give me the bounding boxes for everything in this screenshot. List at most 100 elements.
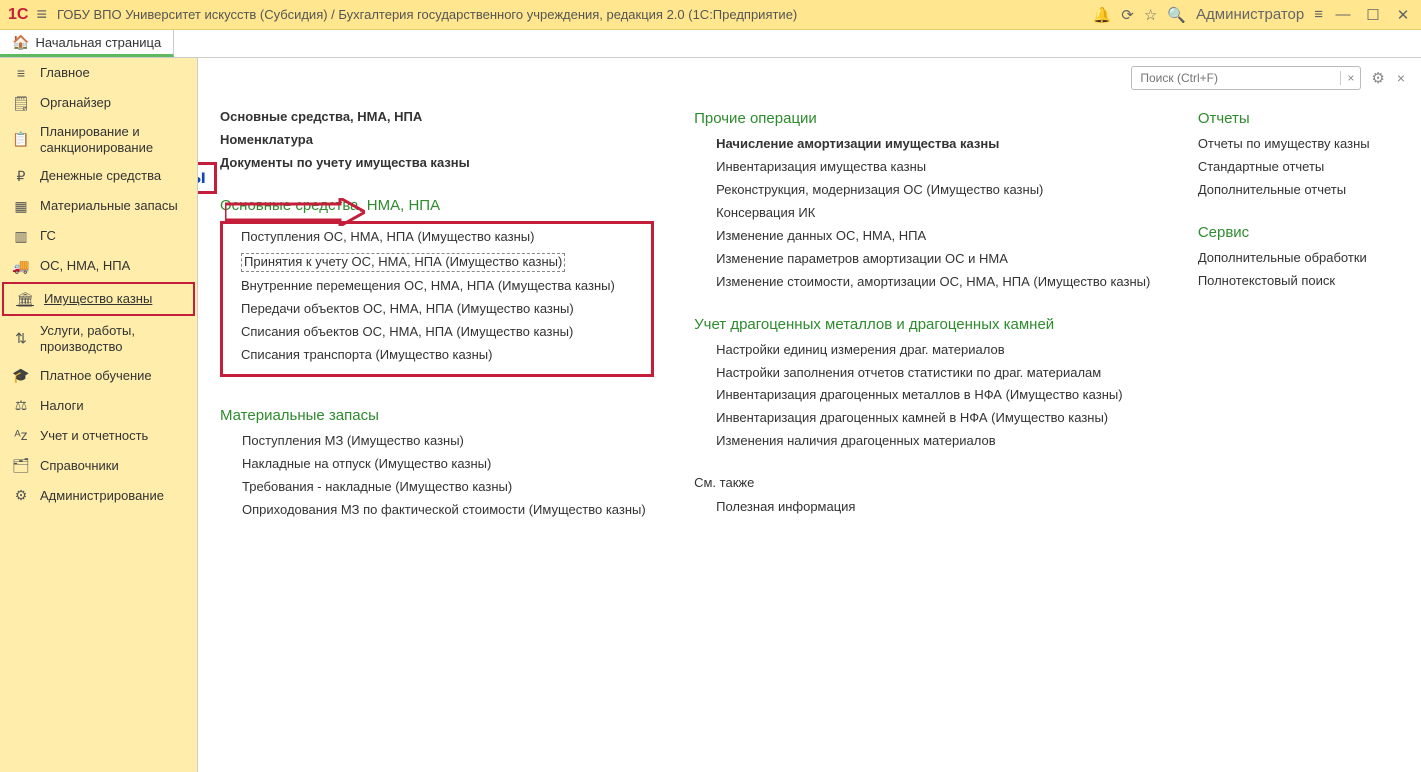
user-label[interactable]: Администратор (1196, 6, 1304, 23)
tab-bar: 🏠 Начальная страница (0, 30, 1421, 58)
link-precious-metals-inv[interactable]: Инвентаризация драгоценных металлов в НФ… (694, 388, 1158, 403)
history-icon[interactable]: ⟳ (1121, 6, 1134, 24)
az-icon: ᴬz (12, 427, 30, 444)
sidebar: ≡ Главное 🗒Органайзер 📋 Планирование и сан… (0, 58, 198, 772)
ruble-icon: ₽ (12, 168, 30, 185)
hamburger-icon[interactable]: ≡ (36, 4, 47, 25)
link-internal-move[interactable]: Внутренние перемещения ОС, НМА, НПА (Иму… (227, 279, 647, 294)
sidebar-item-directories[interactable]: 🗂 Справочники (0, 450, 197, 480)
search-input[interactable] (1132, 71, 1340, 85)
sidebar-item-label: Налоги (40, 398, 84, 414)
link-accept-os[interactable]: Принятия к учету ОС, НМА, НПА (Имущество… (241, 253, 565, 272)
sidebar-item-label: Главное (40, 65, 90, 81)
sidebar-item-accounting[interactable]: ᴬz Учет и отчетность (0, 420, 197, 450)
sidebar-item-main[interactable]: ≡ Главное (0, 58, 197, 88)
planning-icon: 📋 (12, 131, 30, 148)
link-writeoff-objects[interactable]: Списания объектов ОС, НМА, НПА (Имуществ… (227, 325, 647, 340)
link-mz-actual-cost[interactable]: Оприходования МЗ по фактической стоимост… (220, 503, 654, 518)
clear-search-icon[interactable]: × (1340, 71, 1360, 85)
section-header-reports: Отчеты (1198, 110, 1405, 127)
main-content: × ⚙ × Основные средства, НМА, НПА Номенк… (198, 58, 1421, 772)
documents-callout: Документы (198, 162, 217, 194)
link-fulltext-search[interactable]: Полнотекстовый поиск (1198, 274, 1405, 289)
graduation-icon: 🎓 (12, 367, 30, 384)
box-icon: ▥ (12, 228, 30, 245)
sidebar-item-label: ОС, НМА, НПА (40, 258, 130, 274)
maximize-button[interactable]: ☐ (1363, 6, 1383, 24)
search-icon[interactable]: 🔍 (1167, 6, 1186, 24)
app-title: ГОБУ ВПО Университет искусств (Субсидия)… (57, 7, 1093, 22)
settings-icon[interactable]: ⚙ (1371, 69, 1384, 87)
sidebar-item-label: Денежные средства (40, 168, 161, 184)
link-transport-writeoff[interactable]: Списания транспорта (Имущество казны) (227, 348, 647, 363)
link-useful-info[interactable]: Полезная информация (694, 500, 1158, 515)
link-amortization[interactable]: Начисление амортизации имущества казны (694, 137, 1158, 152)
minimize-button[interactable]: — (1333, 6, 1353, 23)
arrow-icon (225, 198, 365, 229)
grid-icon: ▦ (12, 198, 30, 215)
bell-icon[interactable]: 🔔 (1093, 6, 1112, 24)
link-treasury-reports[interactable]: Отчеты по имуществу казны (1198, 137, 1405, 152)
link-transfer-objects[interactable]: Передачи объектов ОС, НМА, НПА (Имуществ… (227, 302, 647, 317)
sidebar-item-label: Администрирование (40, 488, 164, 504)
sidebar-item-materials[interactable]: ▦Материальные запасы (0, 191, 197, 221)
close-window-button[interactable]: ✕ (1393, 6, 1413, 24)
sidebar-item-money[interactable]: ₽ Денежные средства (0, 161, 197, 191)
menu-lines-icon[interactable]: ≡ (1314, 6, 1323, 23)
link-receipt-os[interactable]: Поступления ОС, НМА, НПА (Имущество казн… (227, 230, 647, 245)
link-change-cost[interactable]: Изменение стоимости, амортизации ОС, НМА… (694, 275, 1158, 290)
search-box[interactable]: × (1131, 66, 1361, 90)
sidebar-item-education[interactable]: 🎓 Платное обучение (0, 360, 197, 390)
sidebar-item-taxes[interactable]: ⚖ Налоги (0, 390, 197, 420)
list-icon: ≡ (12, 65, 30, 82)
sidebar-item-label: Услуги, работы, производство (40, 323, 185, 354)
section-header-other-ops: Прочие операции (694, 110, 1158, 127)
star-icon[interactable]: ☆ (1144, 6, 1157, 24)
sidebar-item-services[interactable]: ⇅ Услуги, работы, производство (0, 317, 197, 360)
folder-icon: 🗂 (12, 457, 30, 474)
section-header-service: Сервис (1198, 224, 1405, 241)
home-icon: 🏠 (12, 34, 29, 51)
link-precious-change[interactable]: Изменения наличия драгоценных материалов (694, 434, 1158, 449)
link-reconstruction[interactable]: Реконструкция, модернизация ОС (Имуществ… (694, 183, 1158, 198)
link-mz-requirement[interactable]: Требования - накладные (Имущество казны) (220, 480, 654, 495)
link-precious-stones-inv[interactable]: Инвентаризация драгоценных камней в НФА … (694, 411, 1158, 426)
link-change-amort-params[interactable]: Изменение параметров амортизации ОС и НМ… (694, 252, 1158, 267)
arrows-icon: ⇅ (12, 330, 30, 347)
sidebar-item-label: Учет и отчетность (40, 428, 148, 444)
sidebar-item-gs[interactable]: ▥ ГС (0, 221, 197, 251)
link-precious-stats[interactable]: Настройки заполнения отчетов статистики … (694, 366, 1158, 381)
link-change-os-data[interactable]: Изменение данных ОС, НМА, НПА (694, 229, 1158, 244)
link-inventory-treasury[interactable]: Инвентаризация имущества казны (694, 160, 1158, 175)
link-additional-reports[interactable]: Дополнительные отчеты (1198, 183, 1405, 198)
sidebar-item-label: ГС (40, 228, 56, 244)
sidebar-item-label: Справочники (40, 458, 119, 474)
sidebar-item-admin[interactable]: ⚙ Администрирование (0, 480, 197, 510)
titlebar: 1C ≡ ГОБУ ВПО Университет искусств (Субс… (0, 0, 1421, 30)
link-conservation[interactable]: Консервация ИК (694, 206, 1158, 221)
sidebar-item-planning[interactable]: 📋 Планирование и санкционирование (0, 118, 197, 161)
gear-icon: ⚙ (12, 487, 30, 504)
section-header-mz: Материальные запасы (220, 407, 654, 424)
link-mz-invoice[interactable]: Накладные на отпуск (Имущество казны) (220, 457, 654, 472)
sidebar-item-label: Планирование и санкционирование (40, 124, 185, 155)
close-panel-icon[interactable]: × (1397, 70, 1405, 86)
home-tab[interactable]: 🏠 Начальная страница (0, 30, 174, 57)
building-icon: 🏛 (16, 291, 34, 308)
sidebar-item-label: Имущество казны (44, 291, 152, 307)
link-mz-receipt[interactable]: Поступления МЗ (Имущество казны) (220, 434, 654, 449)
link-os-nma-npa[interactable]: Основные средства, НМА, НПА (220, 110, 654, 125)
scale-icon: ⚖ (12, 397, 30, 414)
link-additional-processing[interactable]: Дополнительные обработки (1198, 251, 1405, 266)
sidebar-item-treasury[interactable]: 🏛 Имущество казны (4, 284, 193, 314)
link-treasury-docs[interactable]: Документы по учету имущества казны (220, 156, 654, 171)
documents-callout-label: Документы (198, 162, 217, 194)
truck-icon: 🚚 (12, 258, 30, 275)
sidebar-item-os[interactable]: 🚚 ОС, НМА, НПА (0, 251, 197, 281)
sidebar-item-label: Платное обучение (40, 368, 152, 384)
link-nomenclature[interactable]: Номенклатура (220, 133, 654, 148)
link-precious-units[interactable]: Настройки единиц измерения драг. материа… (694, 343, 1158, 358)
sidebar-item-label: Органайзер (40, 95, 111, 111)
sidebar-item-organizer[interactable]: 🗒Органайзер (0, 88, 197, 118)
link-standard-reports[interactable]: Стандартные отчеты (1198, 160, 1405, 175)
